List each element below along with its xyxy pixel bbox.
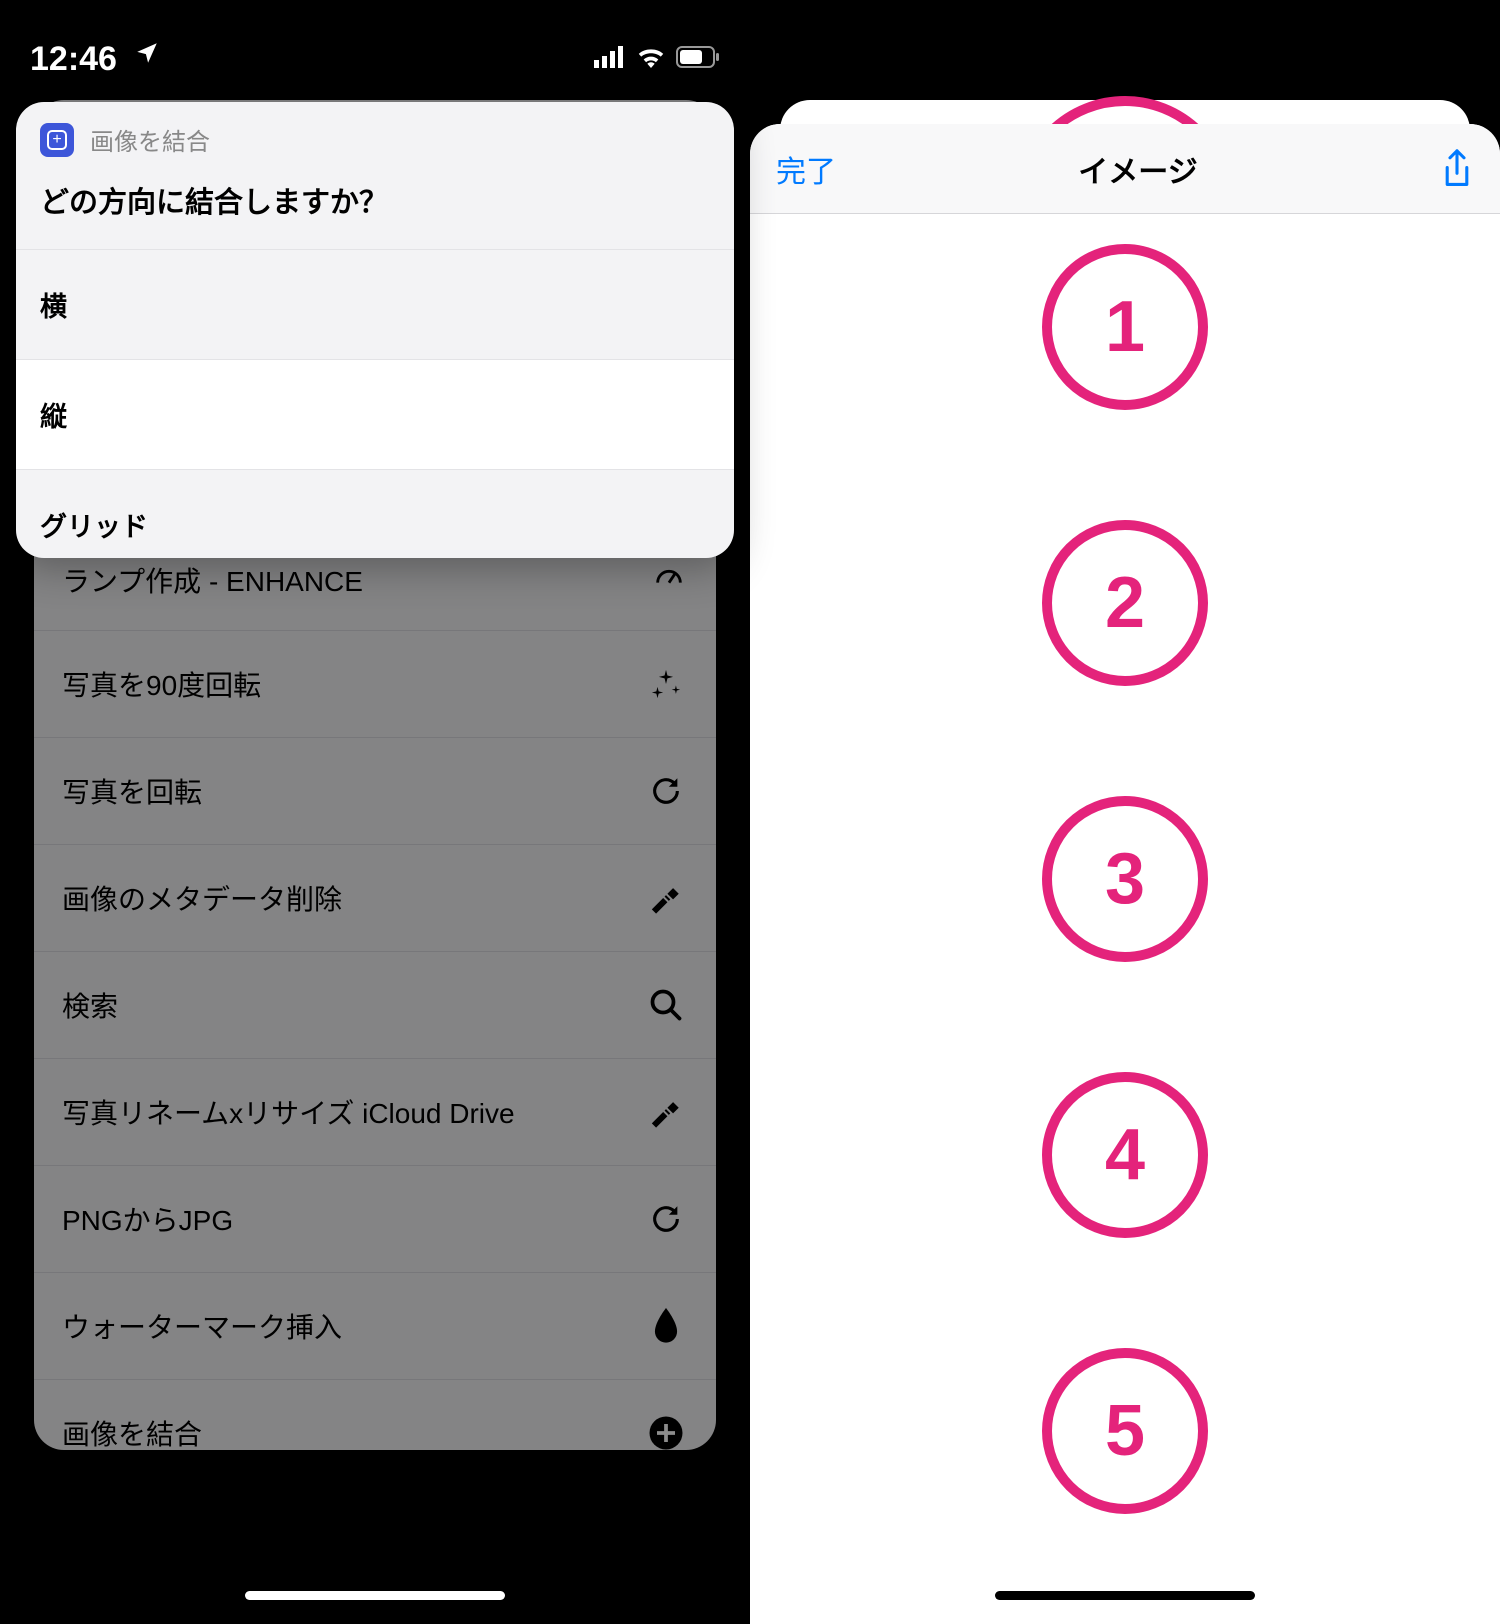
home-indicator[interactable] — [995, 1591, 1255, 1600]
battery-icon — [676, 46, 720, 68]
status-time: 12:46 — [30, 40, 117, 79]
location-icon — [134, 40, 160, 66]
shortcut-app-icon: + — [40, 123, 74, 157]
share-button[interactable] — [1440, 148, 1474, 190]
prompt-option-vertical[interactable]: 縦 — [16, 359, 734, 469]
direction-prompt-sheet: + 画像を結合 どの方向に結合しますか？ 横 縦 グリッド — [16, 102, 734, 558]
number-circle: 1 — [1042, 244, 1208, 410]
shortcut-app-name: 画像を結合 — [90, 122, 210, 157]
cellular-icon — [594, 46, 626, 68]
number-circle: 4 — [1042, 1072, 1208, 1238]
status-bar: 12:46 — [0, 40, 750, 90]
preview-title: イメージ — [1078, 147, 1197, 191]
number-circle: 3 — [1042, 796, 1208, 962]
prompt-option-horizontal[interactable]: 横 — [16, 249, 734, 359]
prompt-option-grid[interactable]: グリッド — [16, 469, 734, 558]
wifi-icon — [636, 46, 666, 68]
preview-navbar: 完了 イメージ — [750, 124, 1500, 214]
number-circle: 5 — [1042, 1348, 1208, 1514]
left-screenshot: 12:46 ランプ作成 - ENHANCE — [0, 0, 750, 1624]
prompt-question: どの方向に結合しますか？ — [16, 157, 734, 249]
image-preview-sheet: 完了 イメージ 1 2 3 4 5 — [750, 124, 1500, 1624]
done-button[interactable]: 完了 — [776, 147, 836, 191]
right-screenshot: 完了 イメージ 1 2 3 4 5 — [750, 0, 1500, 1624]
number-circle: 2 — [1042, 520, 1208, 686]
combined-image-preview[interactable]: 1 2 3 4 5 — [750, 214, 1500, 1514]
home-indicator[interactable] — [245, 1591, 505, 1600]
